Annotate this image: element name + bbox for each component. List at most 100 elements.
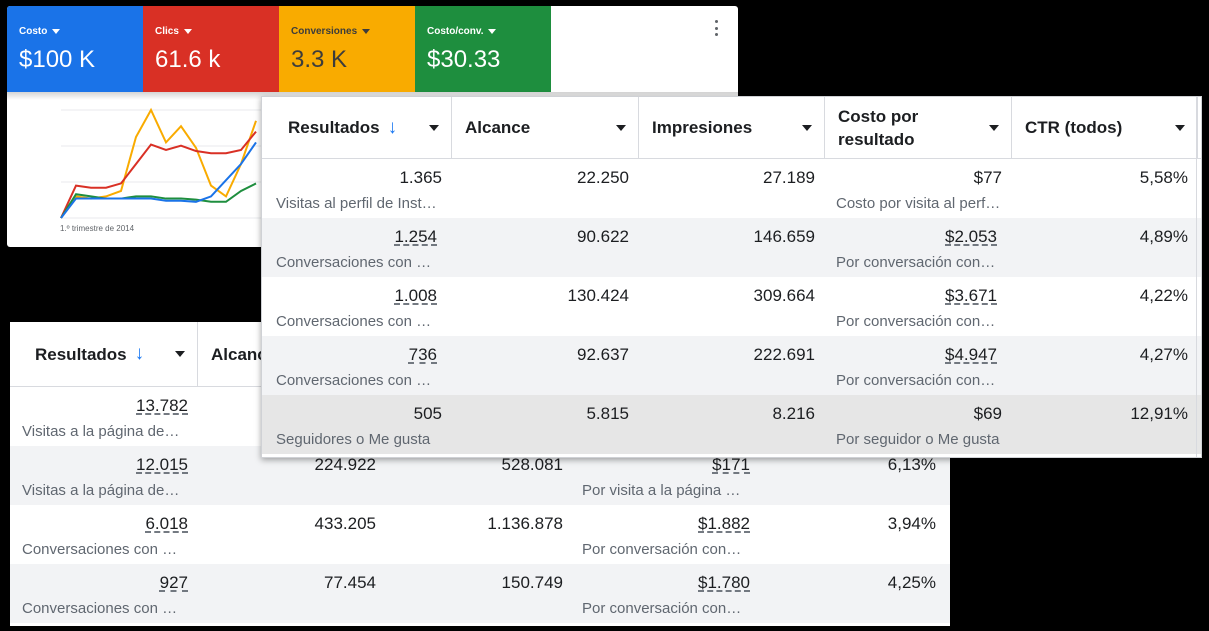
results-type: Conversaciones con mensajes iniciadas	[276, 372, 438, 389]
reach-value: 5.815	[586, 404, 629, 423]
impressions-value: 150.749	[501, 573, 563, 592]
results-value[interactable]: 6.018	[145, 514, 188, 534]
cell-results: 1.365 Visitas al perfil de Instagram	[262, 159, 452, 218]
reach-value: 90.622	[577, 227, 629, 246]
metric-tile-clicks[interactable]: Clics 61.6 k	[143, 6, 279, 92]
metric-tile-cost[interactable]: Costo $100 K	[7, 6, 143, 92]
impressions-value: 1.136.878	[487, 514, 563, 533]
results-value[interactable]: 1.254	[394, 227, 437, 247]
cell-cost: $1.882 Por conversación con mensajes ini…	[573, 505, 760, 564]
cell-results: 1.008 Conversaciones con mensajes inicia…	[262, 277, 452, 336]
metric-value: 3.3 K	[291, 46, 348, 73]
cell-reach: 77.454	[198, 564, 386, 623]
column-header-results[interactable]: Resultados ↓	[262, 97, 452, 158]
cost-value[interactable]: $4.947	[945, 345, 997, 365]
dropdown-caret-icon	[802, 124, 812, 131]
reach-value: 433.205	[314, 514, 376, 533]
metric-tile-cost-per-conv[interactable]: Costo/conv. $30.33	[415, 6, 551, 92]
cell-ctr: 4,89%	[1012, 218, 1198, 277]
cell-impressions: 222.691	[639, 336, 825, 395]
dropdown-caret-icon	[429, 124, 439, 131]
cell-cost: $3.671 Por conversación con mensajes ini…	[825, 277, 1012, 336]
metric-value: $100 K	[19, 46, 96, 73]
results-type: Conversaciones con mensajes iniciadas	[276, 313, 438, 330]
column-header-ctr[interactable]: CTR (todos)	[1012, 97, 1198, 158]
results-value[interactable]: 736	[409, 345, 437, 365]
cell-impressions: 146.659	[639, 218, 825, 277]
table-row-highlighted[interactable]: 505 Seguidores o Me gusta 5.815 8.216 $6…	[262, 395, 1201, 454]
ctr-value: 6,13%	[887, 455, 936, 474]
cost-value: $77	[973, 168, 1002, 187]
cell-impressions: 27.189	[639, 159, 825, 218]
metric-label: Clics	[155, 26, 192, 37]
cost-type: Por conversación con mensajes iniciada	[582, 541, 742, 558]
cell-results: 1.254 Conversaciones con mensajes inicia…	[262, 218, 452, 277]
column-header-impressions[interactable]: Impresiones	[639, 97, 825, 158]
results-type: Seguidores o Me gusta	[276, 431, 431, 448]
dropdown-caret-icon	[1175, 124, 1185, 131]
cost-value[interactable]: $171	[712, 455, 750, 475]
table-header: Resultados ↓ Alcance Impresiones Costo po…	[262, 97, 1201, 159]
table-row[interactable]: 1.254 Conversaciones con mensajes inicia…	[262, 218, 1201, 277]
cell-cost: $4.947 Por conversación con mensajes ini…	[825, 336, 1012, 395]
table-row[interactable]: 736 Conversaciones con mensajes iniciada…	[262, 336, 1201, 395]
cell-results: 13.782 Visitas a la página de destino	[10, 387, 198, 446]
cost-value: $69	[973, 404, 1002, 423]
caret-down-icon	[488, 29, 497, 34]
table-row[interactable]: 1.008 Conversaciones con mensajes inicia…	[262, 277, 1201, 336]
column-header-results[interactable]: Resultados ↓	[10, 322, 198, 386]
table-row[interactable]: 927 Conversaciones con mensajes iniciada…	[10, 564, 950, 623]
cell-ctr: 4,22%	[1012, 277, 1198, 336]
reach-value: 77.454	[324, 573, 376, 592]
cell-results: 12.015 Visitas a la página de destino	[10, 446, 198, 505]
metric-tile-conversions[interactable]: Conversiones 3.3 K	[279, 6, 415, 92]
caret-down-icon	[52, 29, 61, 34]
cell-reach: 5.815	[452, 395, 639, 454]
cell-cost: $1.780 Por conversación con mensajes ini…	[573, 564, 760, 623]
cell-impressions: 150.749	[386, 564, 573, 623]
ctr-value: 3,94%	[887, 514, 936, 533]
sort-down-arrow-icon: ↓	[134, 343, 145, 364]
chart-series-line-1	[60, 130, 257, 219]
cell-ctr: 12,91%	[1012, 395, 1198, 454]
impressions-value: 27.189	[763, 168, 815, 187]
results-value[interactable]: 927	[160, 573, 188, 593]
cost-value[interactable]: $2.053	[945, 227, 997, 247]
cost-type: Por conversación con mensajes iniciada	[836, 372, 996, 389]
results-value[interactable]: 13.782	[136, 396, 188, 416]
ctr-value: 4,89%	[1139, 227, 1188, 246]
column-header-reach[interactable]: Alcance	[452, 97, 639, 158]
cost-type: Por visita a la página de destino	[582, 482, 742, 499]
column-divider	[1196, 97, 1197, 457]
table-row[interactable]: 6.018 Conversaciones con mensajes inicia…	[10, 505, 950, 564]
cell-reach: 90.622	[452, 218, 639, 277]
reach-value: 224.922	[314, 455, 376, 474]
table-row[interactable]: 1.365 Visitas al perfil de Instagram 22.…	[262, 159, 1201, 218]
cell-cost: $2.053 Por conversación con mensajes ini…	[825, 218, 1012, 277]
cost-value[interactable]: $1.882	[698, 514, 750, 534]
meta-ads-table-front: Resultados ↓ Alcance Impresiones Costo po…	[261, 96, 1202, 458]
ctr-value: 4,22%	[1139, 286, 1188, 305]
cell-reach: 130.424	[452, 277, 639, 336]
cost-type: Por conversación con mensajes iniciada	[836, 254, 996, 271]
metric-value: 61.6 k	[155, 46, 221, 73]
more-vert-icon[interactable]	[712, 20, 720, 36]
results-type: Conversaciones con mensajes iniciadas	[22, 541, 182, 558]
results-value[interactable]: 12.015	[136, 455, 188, 475]
metric-label: Conversiones	[291, 26, 371, 37]
results-value[interactable]: 1.008	[394, 286, 437, 306]
column-header-cost-per-result[interactable]: Costo por resultado	[825, 97, 1012, 158]
cell-results: 736 Conversaciones con mensajes iniciada…	[262, 336, 452, 395]
dropdown-caret-icon	[175, 351, 185, 357]
reach-value: 92.637	[577, 345, 629, 364]
cost-value[interactable]: $1.780	[698, 573, 750, 593]
metric-label: Costo/conv.	[427, 26, 497, 37]
cost-value[interactable]: $3.671	[945, 286, 997, 306]
reach-value: 130.424	[567, 286, 629, 305]
ctr-value: 12,91%	[1130, 404, 1188, 423]
cell-impressions: 8.216	[639, 395, 825, 454]
impressions-value: 222.691	[753, 345, 815, 364]
results-type: Visitas a la página de destino	[22, 423, 182, 440]
caret-down-icon	[362, 29, 371, 34]
cell-impressions: 1.136.878	[386, 505, 573, 564]
